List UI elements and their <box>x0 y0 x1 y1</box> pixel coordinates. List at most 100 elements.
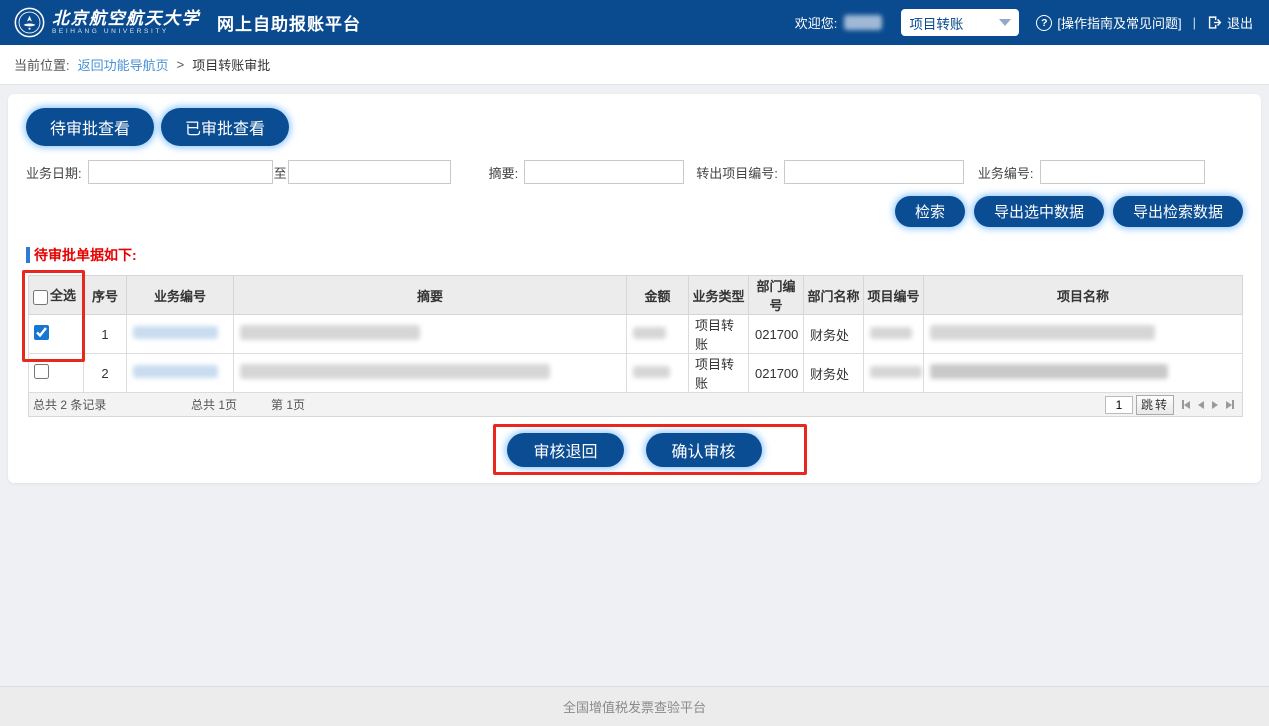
date-to-input[interactable] <box>288 160 451 184</box>
summary-redacted <box>240 364 550 379</box>
project-no-redacted <box>870 327 912 339</box>
page-footer: 全国增值税发票查验平台 <box>0 686 1269 726</box>
breadcrumb-current: 项目转账审批 <box>192 55 270 74</box>
pending-table-wrap: 全选 序号 业务编号 摘要 金额 业务类型 部门编号 部门名称 项目编号 项目名… <box>28 275 1243 417</box>
project-no-redacted <box>870 366 922 378</box>
summary-label: 摘要: <box>489 163 519 182</box>
date-label: 业务日期: <box>26 163 82 182</box>
row-checkbox[interactable] <box>34 325 49 340</box>
amount-redacted <box>633 327 666 339</box>
breadcrumb-location-label: 当前位置: <box>14 55 70 74</box>
col-summary: 摘要 <box>234 276 627 315</box>
section-title-text: 待审批单据如下: <box>34 245 137 265</box>
current-page: 第 1页 <box>271 396 305 413</box>
col-amount: 金额 <box>627 276 689 315</box>
business-type-cell: 项目转账 <box>689 354 749 393</box>
row-seq: 2 <box>84 354 127 393</box>
table-row: 1 项目转账 021700 财务处 <box>29 315 1243 354</box>
col-dept-name: 部门名称 <box>804 276 864 315</box>
breadcrumb-back-link[interactable]: 返回功能导航页 <box>78 55 169 74</box>
table-row: 2 项目转账 021700 财务处 <box>29 354 1243 393</box>
university-name-cn: 北京航空航天大学 <box>52 10 200 27</box>
pagination-last-icon[interactable] <box>1226 400 1234 409</box>
out-project-label: 转出项目编号: <box>696 163 778 182</box>
business-no-redacted <box>133 326 218 339</box>
col-seq: 序号 <box>84 276 127 315</box>
total-records: 总共 2 条记录 <box>33 396 183 413</box>
university-logo-icon <box>14 7 45 38</box>
app-title: 网上自助报账平台 <box>217 10 361 35</box>
export-selected-button[interactable]: 导出选中数据 <box>974 196 1104 227</box>
col-project-name: 项目名称 <box>924 276 1243 315</box>
app-header: 北京航空航天大学 BEIHANG UNIVERSITY 网上自助报账平台 欢迎您… <box>0 0 1269 45</box>
brand: 北京航空航天大学 BEIHANG UNIVERSITY 网上自助报账平台 <box>14 7 361 38</box>
business-type-cell: 项目转账 <box>689 315 749 354</box>
section-title-bar <box>26 247 30 263</box>
row-checkbox[interactable] <box>34 364 49 379</box>
search-button[interactable]: 检索 <box>895 196 965 227</box>
breadcrumb: 当前位置: 返回功能导航页 > 项目转账审批 <box>0 45 1269 85</box>
jump-button[interactable]: 跳转 <box>1136 395 1174 415</box>
chevron-down-icon <box>999 19 1011 26</box>
section-title: 待审批单据如下: <box>26 245 1251 265</box>
project-name-redacted <box>930 325 1155 340</box>
topbar-right: 欢迎您: 项目转账 ? [操作指南及常见问题] | 退出 <box>795 9 1253 36</box>
view-tabs: 待审批查看 已审批查看 <box>26 108 1251 146</box>
reject-button[interactable]: 审核退回 <box>507 433 623 467</box>
dept-name-cell: 财务处 <box>804 315 864 354</box>
project-name-redacted <box>930 364 1168 379</box>
page-number-input[interactable] <box>1105 396 1133 414</box>
breadcrumb-separator: > <box>177 57 185 72</box>
out-project-input[interactable] <box>784 160 964 184</box>
username-redacted <box>844 15 882 30</box>
pagination-controls: 跳转 <box>1105 395 1238 415</box>
export-searched-button[interactable]: 导出检索数据 <box>1113 196 1243 227</box>
help-link[interactable]: ? [操作指南及常见问题] <box>1036 13 1181 32</box>
col-project-no: 项目编号 <box>864 276 924 315</box>
business-no-redacted <box>133 365 218 378</box>
approval-panel: 待审批查看 已审批查看 业务日期: 至 摘要: 转出项目编号: 业务编号: 检索… <box>8 94 1261 483</box>
main-content: 待审批查看 已审批查看 业务日期: 至 摘要: 转出项目编号: 业务编号: 检索… <box>0 85 1269 686</box>
dept-name-cell: 财务处 <box>804 354 864 393</box>
actions-row: 审核退回 确认审核 <box>18 433 1251 467</box>
table-header-row: 全选 序号 业务编号 摘要 金额 业务类型 部门编号 部门名称 项目编号 项目名… <box>29 276 1243 315</box>
logout-label: 退出 <box>1227 13 1253 32</box>
select-all-header: 全选 <box>29 276 84 315</box>
logout-icon <box>1207 15 1222 30</box>
invoice-check-link[interactable]: 全国增值税发票查验平台 <box>563 697 706 716</box>
col-dept-code: 部门编号 <box>749 276 804 315</box>
date-from-input[interactable] <box>88 160 273 184</box>
row-seq: 1 <box>84 315 127 354</box>
dept-code-cell: 021700 <box>749 354 804 393</box>
university-name: 北京航空航天大学 BEIHANG UNIVERSITY <box>52 10 200 36</box>
filter-row: 业务日期: 至 摘要: 转出项目编号: 业务编号: <box>26 160 1251 184</box>
amount-redacted <box>633 366 670 378</box>
select-all-checkbox[interactable] <box>33 290 48 305</box>
summary-input[interactable] <box>524 160 684 184</box>
select-all-label: 全选 <box>50 288 76 303</box>
approved-view-button[interactable]: 已审批查看 <box>161 108 289 146</box>
logout-button[interactable]: 退出 <box>1207 13 1253 32</box>
topbar-divider: | <box>1193 15 1196 30</box>
summary-redacted <box>240 325 420 340</box>
help-icon: ? <box>1036 15 1052 31</box>
university-name-en: BEIHANG UNIVERSITY <box>52 29 200 36</box>
pagination-first-icon[interactable] <box>1182 400 1190 409</box>
total-pages: 总共 1页 <box>191 396 263 413</box>
business-no-label: 业务编号: <box>978 163 1034 182</box>
pagination-prev-icon[interactable] <box>1198 401 1204 409</box>
pending-approvals-table: 全选 序号 业务编号 摘要 金额 业务类型 部门编号 部门名称 项目编号 项目名… <box>28 275 1243 393</box>
pagination-bar: 总共 2 条记录 总共 1页 第 1页 跳转 <box>28 393 1243 417</box>
col-business-type: 业务类型 <box>689 276 749 315</box>
pagination-next-icon[interactable] <box>1212 401 1218 409</box>
col-business-no: 业务编号 <box>127 276 234 315</box>
pagination-nav <box>1182 400 1234 409</box>
module-dropdown-value: 项目转账 <box>909 13 963 33</box>
pending-view-button[interactable]: 待审批查看 <box>26 108 154 146</box>
date-to-label: 至 <box>274 163 287 182</box>
search-button-row: 检索 导出选中数据 导出检索数据 <box>18 196 1243 227</box>
business-no-input[interactable] <box>1040 160 1205 184</box>
confirm-button[interactable]: 确认审核 <box>646 433 762 467</box>
dept-code-cell: 021700 <box>749 315 804 354</box>
module-dropdown[interactable]: 项目转账 <box>901 9 1019 36</box>
